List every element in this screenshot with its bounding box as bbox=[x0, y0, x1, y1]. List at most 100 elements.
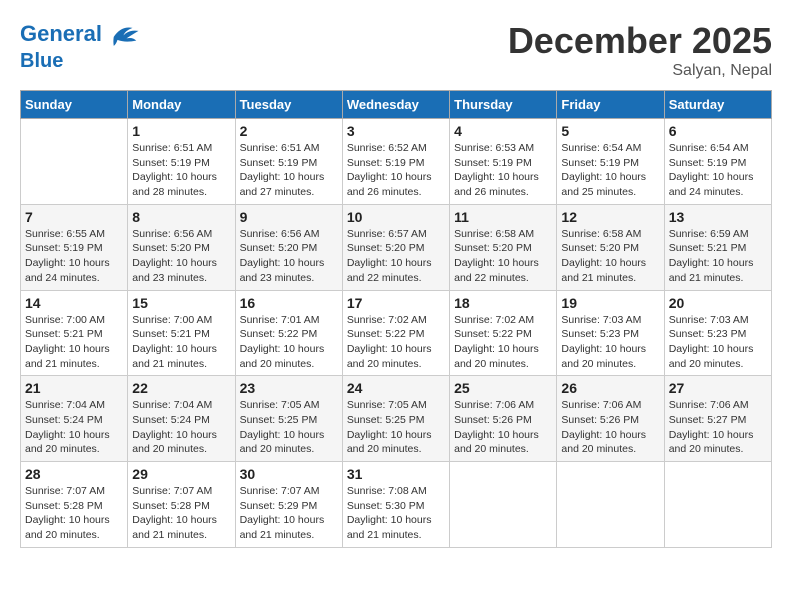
day-number: 22 bbox=[132, 380, 230, 396]
logo: General Blue bbox=[20, 20, 140, 72]
calendar-cell bbox=[664, 462, 771, 548]
calendar-cell: 9 Sunrise: 6:56 AMSunset: 5:20 PMDaylight… bbox=[235, 204, 342, 290]
day-detail: Sunrise: 7:07 AMSunset: 5:28 PMDaylight:… bbox=[25, 484, 123, 543]
day-number: 26 bbox=[561, 380, 659, 396]
calendar-cell: 27 Sunrise: 7:06 AMSunset: 5:27 PMDayligh… bbox=[664, 376, 771, 462]
calendar-week-row: 28 Sunrise: 7:07 AMSunset: 5:28 PMDayligh… bbox=[21, 462, 772, 548]
day-detail: Sunrise: 7:03 AMSunset: 5:23 PMDaylight:… bbox=[669, 313, 767, 372]
page-header: General Blue December 2025 Salyan, Nepal bbox=[20, 20, 772, 80]
calendar-cell: 17 Sunrise: 7:02 AMSunset: 5:22 PMDayligh… bbox=[342, 290, 449, 376]
calendar-week-row: 21Sunrise: 7:04 AMSunset: 5:24 PMDayligh… bbox=[21, 376, 772, 462]
logo-text: General bbox=[20, 20, 140, 50]
weekday-header-cell: Wednesday bbox=[342, 91, 449, 119]
calendar-cell: 8 Sunrise: 6:56 AMSunset: 5:20 PMDaylight… bbox=[128, 204, 235, 290]
calendar-cell: 6 Sunrise: 6:54 AMSunset: 5:19 PMDaylight… bbox=[664, 119, 771, 205]
calendar-cell: 11 Sunrise: 6:58 AMSunset: 5:20 PMDayligh… bbox=[450, 204, 557, 290]
calendar-cell: 13 Sunrise: 6:59 AMSunset: 5:21 PMDayligh… bbox=[664, 204, 771, 290]
month-title: December 2025 bbox=[508, 20, 772, 62]
calendar-cell: 1Sunrise: 6:51 AMSunset: 5:19 PMDaylight… bbox=[128, 119, 235, 205]
day-number: 17 bbox=[347, 295, 445, 311]
weekday-header-row: SundayMondayTuesdayWednesdayThursdayFrid… bbox=[21, 91, 772, 119]
day-detail: Sunrise: 6:56 AMSunset: 5:20 PMDaylight:… bbox=[240, 227, 338, 286]
day-detail: Sunrise: 6:53 AMSunset: 5:19 PMDaylight:… bbox=[454, 141, 552, 200]
day-number: 9 bbox=[240, 209, 338, 225]
day-number: 11 bbox=[454, 209, 552, 225]
day-number: 30 bbox=[240, 466, 338, 482]
day-number: 14 bbox=[25, 295, 123, 311]
calendar-cell: 31 Sunrise: 7:08 AMSunset: 5:30 PMDayligh… bbox=[342, 462, 449, 548]
day-detail: Sunrise: 6:56 AMSunset: 5:20 PMDaylight:… bbox=[132, 227, 230, 286]
calendar-cell: 21Sunrise: 7:04 AMSunset: 5:24 PMDayligh… bbox=[21, 376, 128, 462]
calendar-cell: 30 Sunrise: 7:07 AMSunset: 5:29 PMDayligh… bbox=[235, 462, 342, 548]
day-detail: Sunrise: 7:08 AMSunset: 5:30 PMDaylight:… bbox=[347, 484, 445, 543]
day-detail: Sunrise: 7:01 AMSunset: 5:22 PMDaylight:… bbox=[240, 313, 338, 372]
day-detail: Sunrise: 6:54 AMSunset: 5:19 PMDaylight:… bbox=[669, 141, 767, 200]
weekday-header-cell: Thursday bbox=[450, 91, 557, 119]
calendar-cell: 4 Sunrise: 6:53 AMSunset: 5:19 PMDaylight… bbox=[450, 119, 557, 205]
day-detail: Sunrise: 7:06 AMSunset: 5:27 PMDaylight:… bbox=[669, 398, 767, 457]
day-detail: Sunrise: 6:58 AMSunset: 5:20 PMDaylight:… bbox=[454, 227, 552, 286]
day-number: 7 bbox=[25, 209, 123, 225]
calendar-cell: 24Sunrise: 7:05 AMSunset: 5:25 PMDayligh… bbox=[342, 376, 449, 462]
day-number: 15 bbox=[132, 295, 230, 311]
day-number: 18 bbox=[454, 295, 552, 311]
day-detail: Sunrise: 7:05 AMSunset: 5:25 PMDaylight:… bbox=[347, 398, 445, 457]
calendar-week-row: 14 Sunrise: 7:00 AMSunset: 5:21 PMDayligh… bbox=[21, 290, 772, 376]
calendar-body: 1Sunrise: 6:51 AMSunset: 5:19 PMDaylight… bbox=[21, 119, 772, 548]
calendar-cell: 14Sunrise: 7:00 AMSunset: 5:21 PMDayligh… bbox=[21, 290, 128, 376]
day-number: 13 bbox=[669, 209, 767, 225]
day-number: 20 bbox=[669, 295, 767, 311]
weekday-header-cell: Saturday bbox=[664, 91, 771, 119]
day-number: 27 bbox=[669, 380, 767, 396]
calendar-cell: 25Sunrise: 7:06 AMSunset: 5:26 PMDayligh… bbox=[450, 376, 557, 462]
day-detail: Sunrise: 7:02 AMSunset: 5:22 PMDaylight:… bbox=[347, 313, 445, 372]
day-number: 28 bbox=[25, 466, 123, 482]
day-number: 23 bbox=[240, 380, 338, 396]
day-number: 31 bbox=[347, 466, 445, 482]
day-number: 8 bbox=[132, 209, 230, 225]
day-detail: Sunrise: 6:51 AMSunset: 5:19 PMDaylight:… bbox=[132, 141, 230, 200]
day-detail: Sunrise: 7:04 AMSunset: 5:24 PMDaylight:… bbox=[132, 398, 230, 457]
calendar-cell: 3 Sunrise: 6:52 AMSunset: 5:19 PMDaylight… bbox=[342, 119, 449, 205]
calendar-cell: 18 Sunrise: 7:02 AMSunset: 5:22 PMDayligh… bbox=[450, 290, 557, 376]
day-number: 10 bbox=[347, 209, 445, 225]
calendar-cell bbox=[557, 462, 664, 548]
day-detail: Sunrise: 6:51 AMSunset: 5:19 PMDaylight:… bbox=[240, 141, 338, 200]
calendar-cell: 12 Sunrise: 6:58 AMSunset: 5:20 PMDayligh… bbox=[557, 204, 664, 290]
weekday-header-cell: Tuesday bbox=[235, 91, 342, 119]
calendar-cell: 26 Sunrise: 7:06 AMSunset: 5:26 PMDayligh… bbox=[557, 376, 664, 462]
calendar-cell: 19Sunrise: 7:03 AMSunset: 5:23 PMDayligh… bbox=[557, 290, 664, 376]
day-detail: Sunrise: 7:00 AMSunset: 5:21 PMDaylight:… bbox=[132, 313, 230, 372]
day-detail: Sunrise: 7:07 AMSunset: 5:28 PMDaylight:… bbox=[132, 484, 230, 543]
day-detail: Sunrise: 6:57 AMSunset: 5:20 PMDaylight:… bbox=[347, 227, 445, 286]
day-detail: Sunrise: 7:07 AMSunset: 5:29 PMDaylight:… bbox=[240, 484, 338, 543]
calendar-table: SundayMondayTuesdayWednesdayThursdayFrid… bbox=[20, 90, 772, 548]
day-detail: Sunrise: 6:58 AMSunset: 5:20 PMDaylight:… bbox=[561, 227, 659, 286]
calendar-cell: 29Sunrise: 7:07 AMSunset: 5:28 PMDayligh… bbox=[128, 462, 235, 548]
day-number: 16 bbox=[240, 295, 338, 311]
day-detail: Sunrise: 7:03 AMSunset: 5:23 PMDaylight:… bbox=[561, 313, 659, 372]
calendar-cell: 15 Sunrise: 7:00 AMSunset: 5:21 PMDayligh… bbox=[128, 290, 235, 376]
day-detail: Sunrise: 7:02 AMSunset: 5:22 PMDaylight:… bbox=[454, 313, 552, 372]
day-number: 12 bbox=[561, 209, 659, 225]
logo-blue: Blue bbox=[20, 50, 140, 72]
calendar-cell bbox=[21, 119, 128, 205]
day-detail: Sunrise: 7:06 AMSunset: 5:26 PMDaylight:… bbox=[561, 398, 659, 457]
calendar-cell: 22 Sunrise: 7:04 AMSunset: 5:24 PMDayligh… bbox=[128, 376, 235, 462]
calendar-cell: 10 Sunrise: 6:57 AMSunset: 5:20 PMDayligh… bbox=[342, 204, 449, 290]
calendar-cell: 28 Sunrise: 7:07 AMSunset: 5:28 PMDayligh… bbox=[21, 462, 128, 548]
day-number: 4 bbox=[454, 123, 552, 139]
day-number: 5 bbox=[561, 123, 659, 139]
calendar-cell bbox=[450, 462, 557, 548]
day-detail: Sunrise: 6:52 AMSunset: 5:19 PMDaylight:… bbox=[347, 141, 445, 200]
day-number: 3 bbox=[347, 123, 445, 139]
weekday-header-cell: Sunday bbox=[21, 91, 128, 119]
day-detail: Sunrise: 6:59 AMSunset: 5:21 PMDaylight:… bbox=[669, 227, 767, 286]
title-area: December 2025 Salyan, Nepal bbox=[508, 20, 772, 80]
day-detail: Sunrise: 6:54 AMSunset: 5:19 PMDaylight:… bbox=[561, 141, 659, 200]
day-detail: Sunrise: 7:04 AMSunset: 5:24 PMDaylight:… bbox=[25, 398, 123, 457]
day-detail: Sunrise: 7:05 AMSunset: 5:25 PMDaylight:… bbox=[240, 398, 338, 457]
weekday-header-cell: Friday bbox=[557, 91, 664, 119]
calendar-cell: 5 Sunrise: 6:54 AMSunset: 5:19 PMDaylight… bbox=[557, 119, 664, 205]
day-number: 6 bbox=[669, 123, 767, 139]
